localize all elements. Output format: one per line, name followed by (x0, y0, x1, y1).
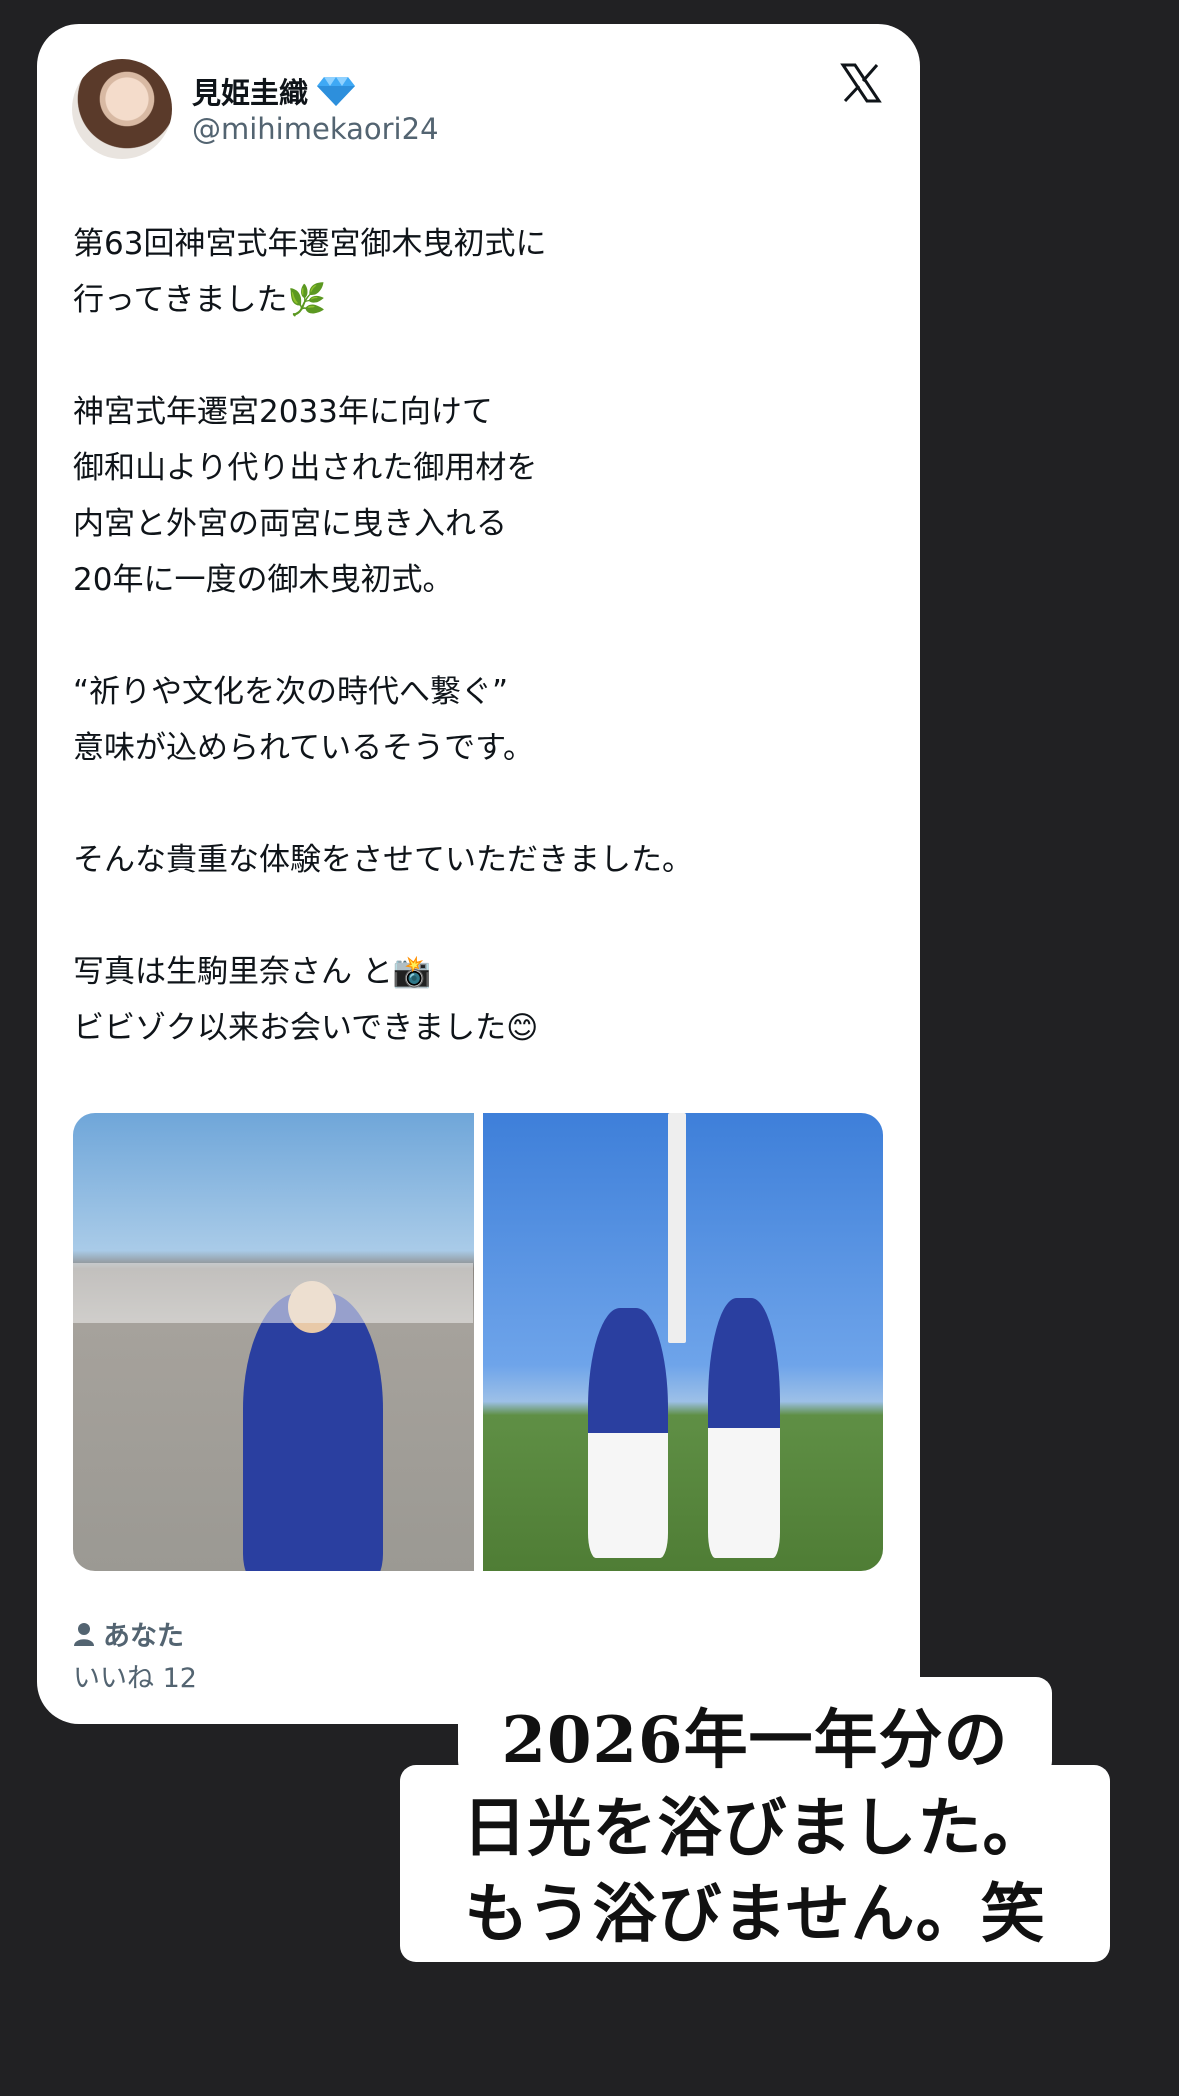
post-paragraph: 神宮式年遷宮2033年に向けて 御和山より代り出された御用材を 内宮と外宮の両宮… (73, 394, 538, 598)
author-handle[interactable]: @mihimekaori24 (192, 112, 439, 146)
diamond-icon (317, 77, 356, 106)
person-figure (587, 1308, 668, 1558)
x-logo-icon[interactable] (840, 62, 882, 104)
post-card[interactable]: 見姫圭織 @mihimekaori24 第63回神宮式年遷宮御木曳初式に 行って… (37, 24, 920, 1724)
person-icon (74, 1622, 94, 1646)
person-figure (243, 1293, 383, 1571)
liked-by-label: あなた (103, 1621, 184, 1652)
photo-grid (73, 1113, 883, 1571)
post-paragraph: “祈りや文化を次の時代へ繋ぐ” 意味が込められているそうです。 (73, 674, 534, 766)
post-paragraph: 写真は生駒里奈さん と📸 ビビゾク以来お会いできました😊 (73, 954, 539, 1046)
caption-line: もう浴びません。笑 (464, 1877, 1046, 1952)
photo-street[interactable] (73, 1113, 474, 1571)
crowd (73, 1263, 473, 1323)
post-paragraph: 第63回神宮式年遷宮御木曳初式に 行ってきました🌿 (73, 226, 547, 318)
author-name[interactable]: 見姫圭織 (192, 70, 308, 112)
post-text: 第63回神宮式年遷宮御木曳初式に 行ってきました🌿 神宮式年遷宮2033年に向け… (73, 216, 873, 1112)
photo-field[interactable] (482, 1113, 883, 1571)
caption-line: 日光を浴びました。 (462, 1791, 1048, 1866)
story-caption: 2026年一年分の 日光を浴びました。 もう浴びません。笑 (400, 1677, 1110, 1962)
author-row: 見姫圭織 (192, 70, 356, 112)
like-count[interactable]: いいね 12 (73, 1656, 197, 1695)
caption-line: 2026年一年分の (501, 1703, 1009, 1778)
avatar[interactable] (72, 59, 172, 159)
post-paragraph: そんな貴重な体験をさせていただきました。 (73, 842, 693, 878)
banner-pole (667, 1113, 686, 1343)
person-figure (707, 1298, 780, 1558)
liked-by[interactable]: あなた (73, 1614, 184, 1653)
